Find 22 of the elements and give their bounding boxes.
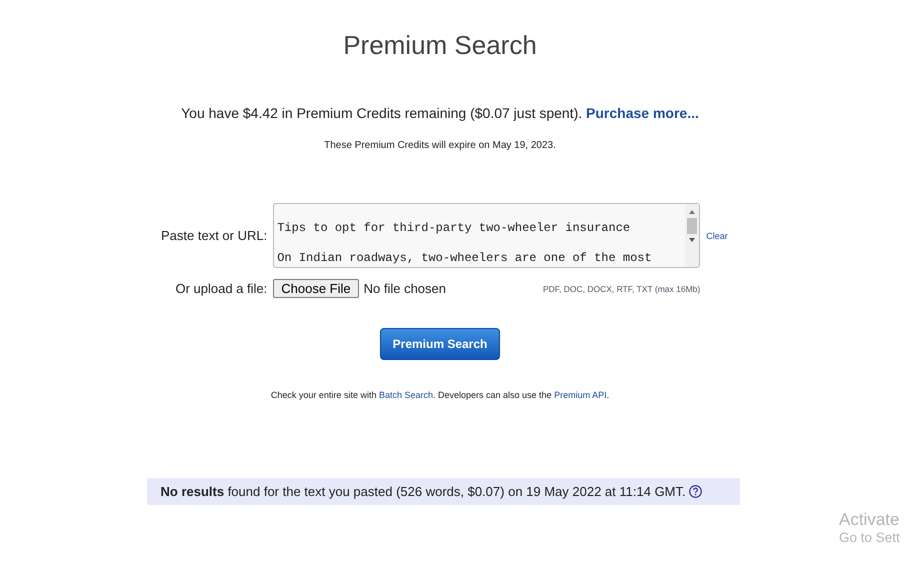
- paste-label: Paste text or URL:: [161, 228, 268, 243]
- help-icon[interactable]: [688, 485, 702, 498]
- purchase-link[interactable]: Purchase more...: [586, 105, 699, 121]
- file-status: No file chosen: [364, 281, 446, 296]
- activation-notice: Activate: [839, 510, 900, 530]
- scroll-down-icon[interactable]: [688, 236, 696, 244]
- credits-message: You have $4.42 in Premium Credits remaining ($0.07 just spent). Purchase more...: [181, 105, 699, 121]
- scroll-up-icon[interactable]: [688, 208, 696, 216]
- clear-link[interactable]: Clear: [706, 230, 728, 240]
- file-formats-note: PDF, DOC, DOCX, RTF, TXT (max 16Mb): [542, 284, 700, 294]
- note-link[interactable]: Premium API: [554, 390, 607, 400]
- upload-label: Or upload a file:: [175, 281, 268, 296]
- note-link[interactable]: Batch Search: [378, 390, 433, 400]
- premium-search-button[interactable]: Premium Search: [380, 328, 500, 360]
- page-title: Premium Search: [343, 30, 537, 61]
- scrollbar[interactable]: [685, 204, 700, 267]
- activation-hint: Go to Sett: [839, 530, 900, 547]
- text-input-field[interactable]: Tips to opt for third-party two-wheeler insurance On Indian roadways, two-wheelers are one of the most: [273, 203, 700, 268]
- expiry-note: These Premium Credits will expire on May 19, 2023.: [324, 140, 556, 151]
- result-message: No results found for the text you pasted (526 words, $0.07) on 19 May 2022 at 11:14 GMT.: [160, 484, 686, 499]
- batch-search-note: Check your entire site with Batch Search. Developers can also use the Premium API.: [270, 390, 610, 400]
- choose-file-button[interactable]: Choose File: [273, 279, 359, 298]
